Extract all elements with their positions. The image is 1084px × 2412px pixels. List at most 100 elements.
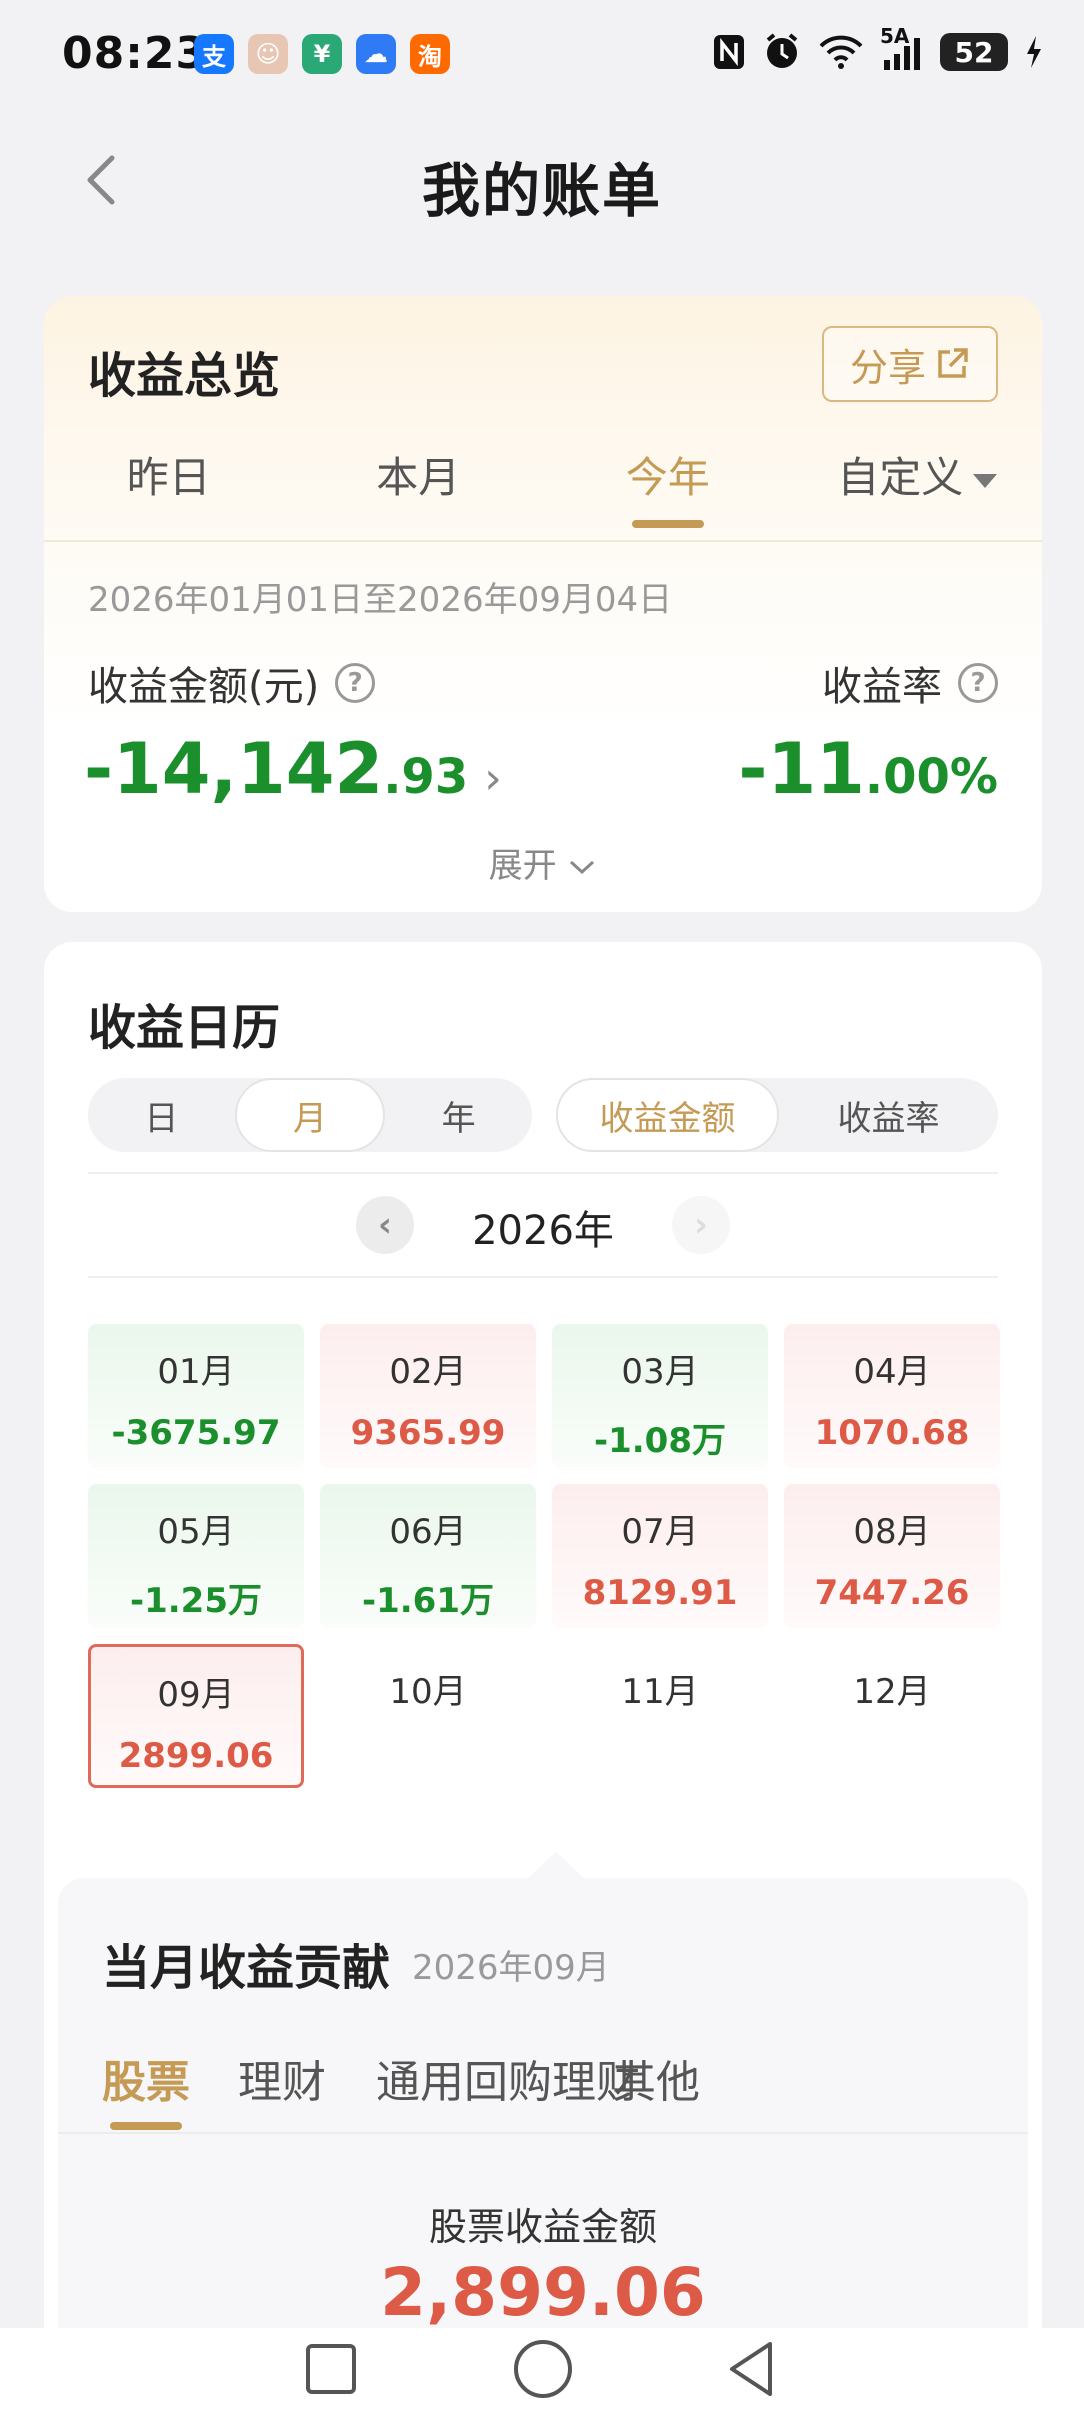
nfc-icon	[712, 30, 746, 74]
stock-earnings-amount: 2,899.06	[380, 2254, 706, 2331]
amount-label: 收益金额(元) ?	[88, 654, 376, 712]
earnings-overview-card: 收益总览 分享 昨日 本月 今年 自定义 2026年01月01日至2026年09月04…	[44, 296, 1042, 912]
amount-integer: -14,142	[84, 728, 384, 810]
contribution-tabs: 股票 理财 通用回购理财 其他	[58, 2026, 1028, 2130]
tab-period-0[interactable]: 昨日	[44, 436, 294, 536]
month-cell[interactable]: 02月 9365.99	[320, 1324, 536, 1468]
month-name: 08月	[853, 1512, 931, 1552]
system-back-button[interactable]	[722, 2338, 782, 2400]
period-option-2[interactable]: 年	[385, 1078, 532, 1152]
caret-down-icon	[973, 473, 998, 488]
month-name: 02月	[389, 1352, 467, 1392]
alipay-icon: 支	[194, 34, 234, 74]
top-nav: 我的账单	[0, 120, 1084, 240]
tab-repo-wealth[interactable]: 通用回购理财	[376, 2046, 640, 2110]
period-segmented-control: 日月年	[88, 1078, 532, 1152]
month-cell[interactable]: 01月 -3675.97	[88, 1324, 304, 1468]
earnings-calendar-card: 收益日历 日月年 收益金额 收益率 ‹ 2026年 › 01月 -3675.97 02…	[44, 942, 1042, 2412]
rate-decimal: .00%	[864, 749, 998, 805]
tab-period-1[interactable]: 本月	[294, 436, 544, 536]
month-cell[interactable]: 04月 1070.68	[784, 1324, 1000, 1468]
month-earnings-value: 1070.68	[814, 1413, 970, 1453]
triangle-back-icon	[730, 2342, 772, 2396]
network-type: 5A	[880, 24, 910, 48]
share-button[interactable]: 分享	[822, 326, 998, 402]
metric-segmented-control: 收益金额 收益率	[556, 1078, 998, 1152]
pointer-notch	[526, 1852, 586, 1880]
amount-decimal: .93	[383, 749, 469, 805]
month-earnings-value: -1.61万	[362, 1581, 494, 1621]
overview-title: 收益总览	[88, 348, 281, 404]
divider	[88, 1172, 998, 1174]
month-cell[interactable]: 03月 -1.08万	[552, 1324, 768, 1468]
year-label: 2026年	[472, 1208, 614, 1254]
tab-label: 本月	[376, 453, 461, 502]
help-icon[interactable]: ?	[335, 663, 376, 703]
month-name: 11月	[621, 1672, 699, 1712]
avatar-app-icon: ☺	[248, 34, 288, 74]
home-button[interactable]	[514, 2340, 572, 2398]
stock-earnings-label: 股票收益金额	[428, 2205, 657, 2249]
month-name: 01月	[157, 1352, 235, 1392]
month-name: 03月	[621, 1352, 699, 1392]
month-earnings-value: -1.08万	[594, 1421, 726, 1461]
contribution-date: 2026年09月	[412, 1948, 610, 1988]
month-earnings-value: 8129.91	[582, 1573, 738, 1613]
charging-icon	[1024, 30, 1044, 74]
bank-app-icon: ¥	[302, 34, 342, 74]
period-option-0[interactable]: 日	[88, 1078, 235, 1152]
external-share-icon	[938, 348, 968, 378]
battery-indicator: 52	[940, 33, 1008, 71]
status-time: 08:23	[62, 28, 208, 79]
month-earnings-value: 9365.99	[350, 1413, 506, 1453]
tab-label: 今年	[625, 453, 710, 502]
expand-toggle[interactable]: 展开	[44, 838, 1042, 887]
status-indicators: 5A 52	[712, 24, 1044, 74]
help-icon[interactable]: ?	[958, 663, 998, 703]
month-earnings-value: -1.25万	[130, 1581, 262, 1621]
tab-wealth[interactable]: 理财	[238, 2046, 326, 2110]
cloud-app-icon: ☁	[356, 34, 396, 74]
period-option-1[interactable]: 月	[234, 1078, 386, 1152]
status-app-icons: 支 ☺ ¥ ☁ 淘	[194, 34, 450, 74]
month-cell[interactable]: 08月 7447.26	[784, 1484, 1000, 1628]
tab-label: 自定义	[837, 453, 964, 502]
active-tab-indicator	[110, 2122, 182, 2130]
period-tabs: 昨日 本月 今年 自定义	[44, 436, 1042, 536]
month-cell[interactable]: 10月	[320, 1644, 536, 1788]
month-cell[interactable]: 06月 -1.61万	[320, 1484, 536, 1628]
status-bar: 08:23 支 ☺ ¥ ☁ 淘 5A 52	[0, 0, 1084, 110]
cellular-signal-icon: 5A	[880, 24, 924, 74]
chevron-right-icon: ›	[484, 753, 502, 804]
alarm-icon	[762, 30, 802, 74]
month-name: 07月	[621, 1512, 699, 1552]
rate-integer: -11	[738, 728, 865, 810]
month-cell[interactable]: 07月 8129.91	[552, 1484, 768, 1628]
month-earnings-value: 7447.26	[814, 1573, 970, 1613]
taobao-icon: 淘	[410, 34, 450, 74]
tab-stocks[interactable]: 股票	[102, 2046, 190, 2110]
month-cell[interactable]: 05月 -1.25万	[88, 1484, 304, 1628]
tab-label: 昨日	[126, 453, 211, 502]
expand-label: 展开	[488, 846, 557, 886]
month-name: 12月	[853, 1672, 931, 1712]
metric-option-0[interactable]: 收益金额	[556, 1078, 779, 1152]
total-earnings-rate: -11 .00%	[738, 728, 998, 810]
total-earnings-amount[interactable]: -14,142 .93 ›	[84, 728, 502, 810]
month-cell[interactable]: 09月 2899.06	[88, 1644, 304, 1788]
tab-other[interactable]: 其他	[612, 2046, 700, 2110]
month-name: 05月	[157, 1512, 235, 1552]
date-range: 2026年01月01日至2026年09月04日	[88, 580, 673, 620]
month-cell[interactable]: 11月	[552, 1644, 768, 1788]
calendar-title: 收益日历	[88, 1000, 281, 1056]
month-name: 06月	[389, 1512, 467, 1552]
tab-period-2[interactable]: 今年	[543, 436, 793, 536]
page-title: 我的账单	[421, 157, 662, 225]
tab-period-3[interactable]: 自定义	[793, 436, 1043, 536]
next-year-button[interactable]: ›	[672, 1196, 730, 1254]
rate-label: 收益率 ?	[822, 654, 998, 712]
recent-apps-button[interactable]	[306, 2344, 356, 2394]
metric-option-1[interactable]: 收益率	[779, 1078, 998, 1152]
month-grid: 01月 -3675.97 02月 9365.99 03月 -1.08万 04月 1070.68…	[88, 1324, 1000, 1788]
month-cell[interactable]: 12月	[784, 1644, 1000, 1788]
